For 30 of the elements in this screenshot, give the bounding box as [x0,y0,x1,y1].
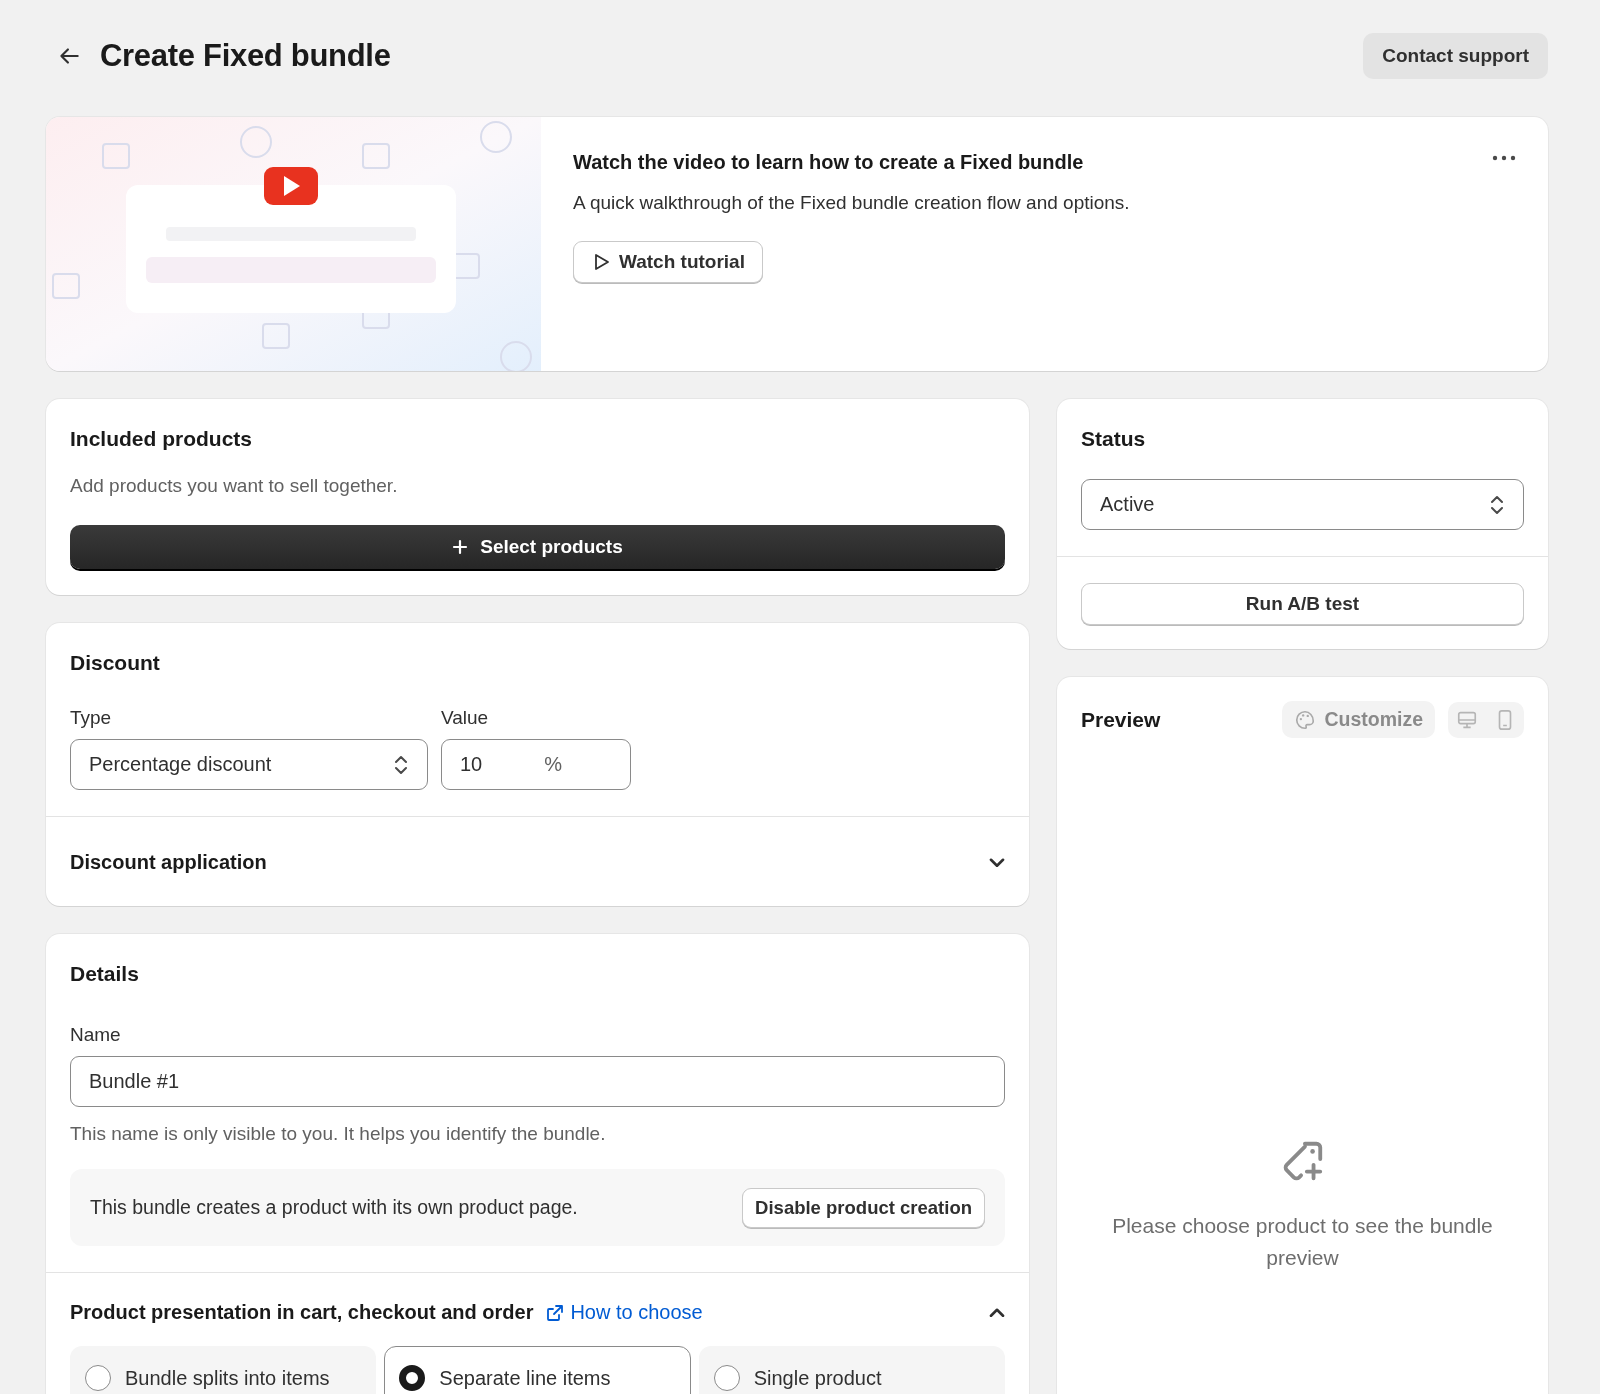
how-to-choose-link[interactable]: How to choose [545,1301,703,1324]
video-title: Watch the video to learn how to create a Fixed bundle [573,151,1084,174]
field-label: Value [441,707,490,729]
watch-tutorial-button[interactable]: Watch tutorial [573,241,763,283]
empty-preview-text: Please choose product to see the bundle preview [1111,1213,1494,1271]
card-title: Preview [1081,707,1161,732]
disable-product-creation-button[interactable]: Disable product creation [742,1187,985,1228]
page-title: Create Fixed bundle [100,38,392,74]
field-label: Type [70,707,113,729]
radio-option[interactable]: Separate line items [384,1346,691,1394]
card-description: Add products you want to sell together. [70,475,399,497]
card-title: Details [70,962,140,986]
name-input[interactable]: Bundle #1 [70,1056,1005,1107]
status-select[interactable]: Active [1081,479,1524,530]
section-title: Product presentation in cart, checkout and order [70,1301,534,1324]
field-label: Name [70,1024,122,1046]
info-text: This bundle creates a product with its own product page. [90,1196,578,1219]
card-title: Discount [70,651,161,675]
help-text: This name is only visible to you. It helps you identify the bundle. [70,1123,607,1145]
select-products-button[interactable]: Select products [70,525,1005,569]
radio-option[interactable]: Single product [698,1346,1005,1394]
value-input[interactable]: 10 % [441,739,631,790]
discount-application-toggle[interactable]: Discount application [70,851,1005,874]
contact-support-button[interactable]: Contact support [1363,33,1548,79]
radio-option[interactable]: Bundle splits into items [70,1346,377,1394]
card-title: Status [1081,427,1147,451]
run-ab-test-button[interactable]: Run A/B test [1081,583,1524,625]
card-title: Included products [70,427,253,451]
video-description: A quick walkthrough of the Fixed bundle creation flow and options. [573,192,1130,214]
type-select[interactable]: Percentage discount [70,739,428,790]
